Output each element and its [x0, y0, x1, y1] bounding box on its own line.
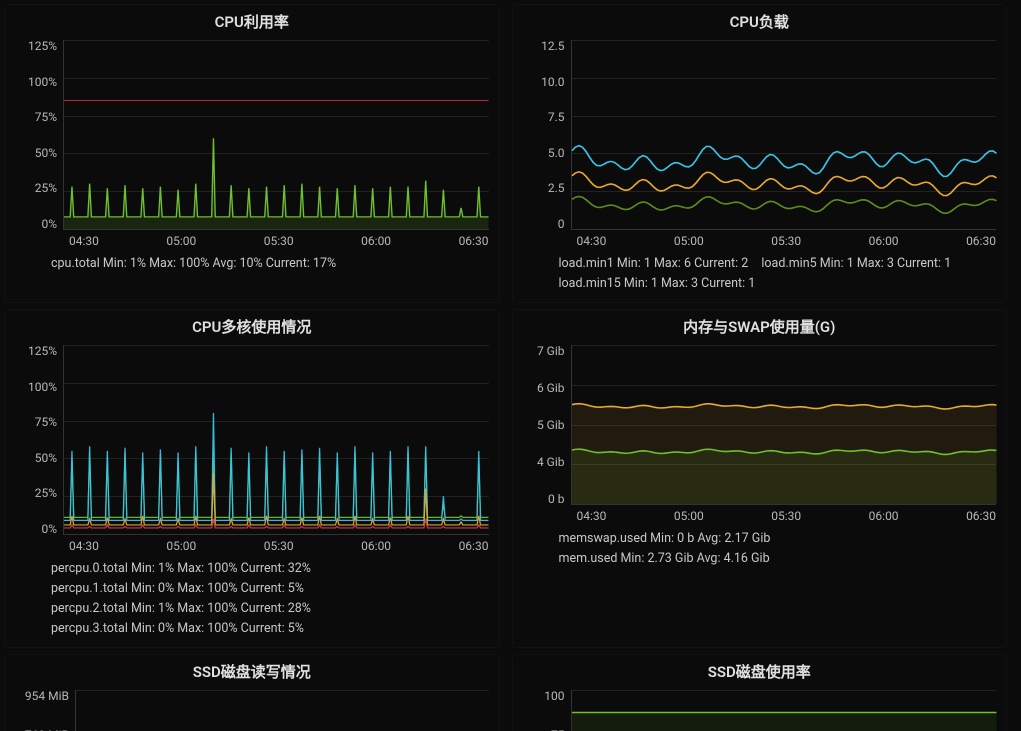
plot-area[interactable] [63, 345, 489, 535]
chart-cpu-load[interactable]: 12.5 10.0 7.5 5.0 2.5 0 [523, 40, 997, 230]
panel-cpu-util[interactable]: CPU利用率 125% 100% 75% 50% 25% 0% 04:3005:… [4, 4, 500, 303]
legend: load.min1 Min: 1 Max: 6 Current: 2 load.… [523, 248, 997, 294]
x-axis: 04:3005:00 05:3006:00 06:30 [15, 230, 489, 248]
panel-ssd-io[interactable]: SSD磁盘读写情况 954 MiB 763 MiB 572 MiB [4, 654, 500, 731]
chart-ssd-usage[interactable]: 100 75 50 [523, 690, 997, 731]
chart-cpu-util[interactable]: 125% 100% 75% 50% 25% 0% [15, 40, 489, 230]
plot-area[interactable] [63, 40, 489, 230]
plot-area[interactable] [571, 345, 997, 505]
legend: cpu.total Min: 1% Max: 100% Avg: 10% Cur… [15, 248, 489, 274]
panel-title: CPU利用率 [15, 11, 489, 32]
y-axis: 100 75 50 [523, 690, 571, 731]
plot-area[interactable] [571, 690, 997, 731]
panel-mem-swap[interactable]: 内存与SWAP使用量(G) 7 Gib 6 Gib 5 Gib 4 Gib 0 … [512, 309, 1008, 648]
panel-title: CPU多核使用情况 [15, 316, 489, 337]
y-axis: 7 Gib 6 Gib 5 Gib 4 Gib 0 b [523, 345, 571, 505]
plot-area[interactable] [571, 40, 997, 230]
y-axis: 125% 100% 75% 50% 25% 0% [15, 345, 63, 535]
panel-title: 内存与SWAP使用量(G) [523, 316, 997, 337]
panel-title: SSD磁盘使用率 [523, 661, 997, 682]
panel-title: SSD磁盘读写情况 [15, 661, 489, 682]
panel-cpu-cores[interactable]: CPU多核使用情况 125% 100% 75% 50% 25% 0% 04:30… [4, 309, 500, 648]
y-axis: 954 MiB 763 MiB 572 MiB [15, 690, 75, 731]
panel-cpu-load[interactable]: CPU负载 12.5 10.0 7.5 5.0 2.5 0 04:3005:00… [512, 4, 1008, 303]
plot-area[interactable] [75, 690, 489, 731]
x-axis: 04:3005:00 05:3006:00 06:30 [523, 505, 997, 523]
dashboard-grid: CPU利用率 125% 100% 75% 50% 25% 0% 04:3005:… [0, 0, 1021, 731]
y-axis: 12.5 10.0 7.5 5.0 2.5 0 [523, 40, 571, 230]
legend: percpu.0.total Min: 1% Max: 100% Current… [15, 553, 489, 639]
panel-title: CPU负载 [523, 11, 997, 32]
chart-ssd-io[interactable]: 954 MiB 763 MiB 572 MiB [15, 690, 489, 731]
chart-cpu-cores[interactable]: 125% 100% 75% 50% 25% 0% [15, 345, 489, 535]
chart-mem-swap[interactable]: 7 Gib 6 Gib 5 Gib 4 Gib 0 b [523, 345, 997, 505]
x-axis: 04:3005:00 05:3006:00 06:30 [15, 535, 489, 553]
x-axis: 04:3005:00 05:3006:00 06:30 [523, 230, 997, 248]
y-axis: 125% 100% 75% 50% 25% 0% [15, 40, 63, 230]
legend: memswap.used Min: 0 b Avg: 2.17 Gib mem.… [523, 523, 997, 569]
panel-ssd-usage[interactable]: SSD磁盘使用率 100 75 50 [512, 654, 1008, 731]
